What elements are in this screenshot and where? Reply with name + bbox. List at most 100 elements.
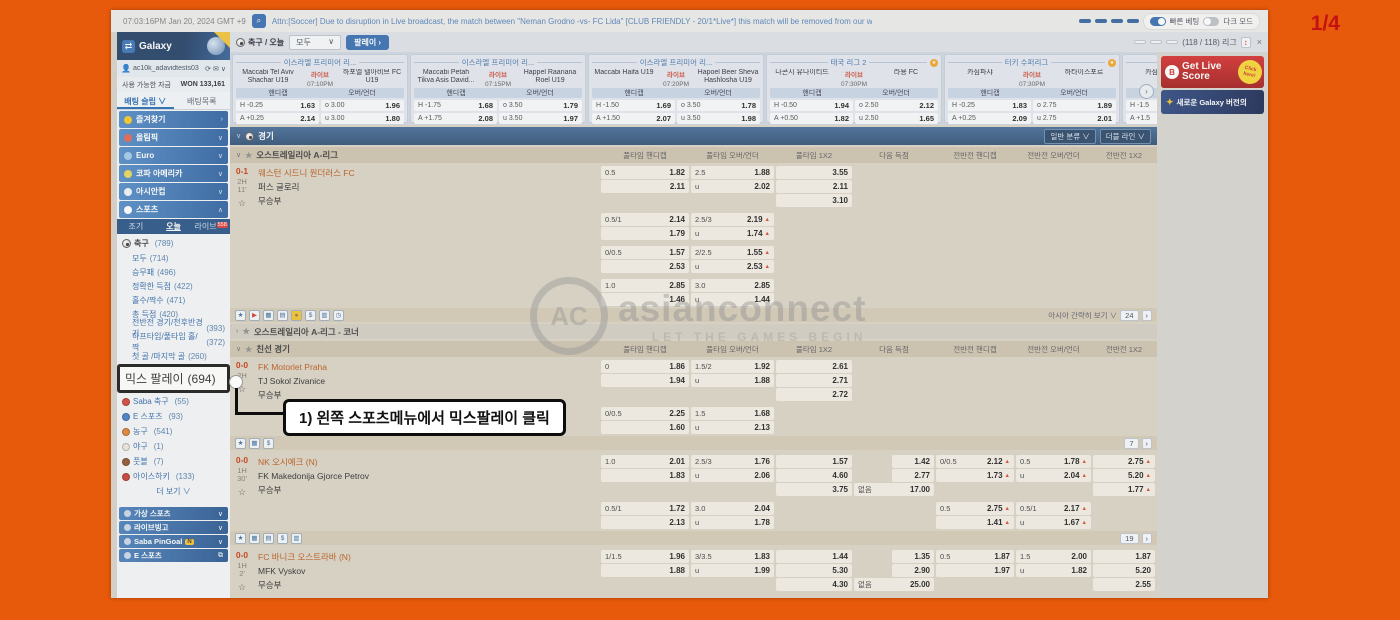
topbar-button[interactable] — [1111, 19, 1123, 23]
live-play-icon[interactable]: ▶ — [249, 310, 260, 321]
sidebar-market-link[interactable]: 모두 (714) — [117, 251, 230, 265]
draw-label[interactable]: 무승부 — [254, 483, 600, 496]
odds-cell[interactable]: 1.83 — [601, 469, 689, 482]
odds-cell[interactable]: H -0.251.63 — [236, 100, 319, 111]
away-team[interactable]: 퍼스 글로리 — [254, 180, 600, 193]
odds-cell[interactable]: 3/3.51.83 — [691, 550, 774, 563]
odds-cell[interactable]: 1.60 — [601, 421, 689, 434]
quick-bet-toggle[interactable] — [1150, 17, 1166, 26]
live-score-banner[interactable]: B Get LiveScore Click here! — [1161, 56, 1264, 88]
view-mode-link[interactable]: 아시아 간략히 보기 ∨ — [1048, 310, 1117, 321]
sidebar-sport-item[interactable]: 풋볼 (7) — [117, 454, 230, 469]
next-markets-button[interactable]: › — [1142, 533, 1153, 544]
filter-dropdown[interactable] — [1166, 40, 1178, 44]
odds-cell[interactable]: 없음25.00 — [854, 578, 934, 591]
subtab-early[interactable]: 조기 — [117, 221, 155, 232]
odds-cell[interactable]: u2.04▲ — [1016, 469, 1091, 482]
odds-cell[interactable]: u1.82 — [1016, 564, 1091, 577]
odds-cell[interactable]: 2.11 — [776, 180, 852, 193]
favorite-star-icon[interactable]: ☆ — [230, 487, 254, 498]
odds-cell[interactable]: 3.75 — [776, 483, 852, 496]
featured-match-card[interactable]: 터키 수퍼리그 ★ 카심파샤 라이브 07:30PM 하타이스포르 핸디캡 — [944, 54, 1120, 123]
odds-cell[interactable]: H -1.5 — [1126, 100, 1157, 111]
subtab-today[interactable]: 오늘 — [155, 221, 193, 232]
sidebar-market-link[interactable]: 승무패 (496) — [117, 265, 230, 279]
odds-cell[interactable]: 4.60 — [776, 469, 852, 482]
odds-cell[interactable]: 3.02.85 — [691, 279, 774, 292]
odds-cell[interactable]: u1.67▲ — [1016, 516, 1091, 529]
odds-cell[interactable]: o 2.502.12 — [855, 100, 938, 111]
sidebar-sport-item[interactable]: 농구 (541) — [117, 424, 230, 439]
subtab-live[interactable]: 라이브558 — [192, 221, 230, 232]
favorite-star-icon[interactable]: ★ — [245, 151, 252, 160]
sidebar-bottom-item[interactable]: 라이브빙고 ∨ — [119, 521, 228, 534]
chart-icon[interactable]: ▥ — [319, 310, 330, 321]
odds-cell[interactable]: A +1.752.08 — [414, 113, 497, 124]
featured-match-card[interactable]: 이스라엘 프리미어 리... ★ Maccabi Petah Tikva Asi… — [410, 54, 586, 123]
odds-cell[interactable]: 1.41▲ — [936, 516, 1014, 529]
sidebar-bottom-item[interactable]: 가상 스포츠 ∨ — [119, 507, 228, 520]
chevron-down-icon[interactable]: ∨ — [221, 65, 226, 73]
market-count-dropdown[interactable]: 7 — [1124, 438, 1138, 449]
sidebar-sport-item[interactable]: 아이스하키 (133) — [117, 469, 230, 484]
odds-cell[interactable]: 2.71 — [776, 374, 852, 387]
sidebar-bottom-item[interactable]: E 스포츠 ⧉ — [119, 549, 228, 562]
odds-cell[interactable]: o 3.001.96 — [321, 100, 404, 111]
odds-cell[interactable]: 3.02.04 — [691, 502, 774, 515]
odds-cell[interactable]: H -0.501.94 — [770, 100, 853, 111]
market-count-dropdown[interactable]: 24 — [1120, 310, 1138, 321]
close-icon[interactable]: × — [1257, 37, 1262, 47]
favorite-star-icon[interactable]: ☆ — [230, 198, 254, 209]
odds-cell[interactable]: u1.78 — [691, 516, 774, 529]
tab-bet-slip[interactable]: 배팅 슬립 ∨ — [117, 92, 174, 109]
odds-cell[interactable]: 2.77 — [892, 469, 934, 482]
stats-grid-icon[interactable]: ▦ — [249, 533, 260, 544]
odds-cell[interactable]: 0.51.82 — [601, 166, 689, 179]
odds-cell[interactable]: 0/0.52.12▲ — [936, 455, 1014, 468]
market-dropdown[interactable]: 모두∨ — [289, 35, 341, 50]
odds-cell[interactable]: 1.42 — [892, 455, 934, 468]
odds-cell[interactable]: 2.13 — [601, 516, 689, 529]
mail-icon[interactable]: ✉ — [213, 65, 219, 73]
odds-cell[interactable]: 2/2.51.55▲ — [691, 246, 774, 259]
sidebar-bottom-item[interactable]: Saba PinGoal N ∨ — [119, 535, 228, 548]
odds-cell[interactable]: o 3.501.78 — [677, 100, 760, 111]
odds-cell[interactable]: 1.94 — [601, 374, 689, 387]
odds-cell[interactable]: 5.20 — [1093, 564, 1155, 577]
sort-mode-button[interactable]: 일반 분류 ∨ — [1044, 129, 1095, 144]
odds-cell[interactable]: 3.10 — [776, 194, 852, 207]
odds-cell[interactable]: 0.52.75▲ — [936, 502, 1014, 515]
coin-icon[interactable]: ● — [291, 310, 302, 321]
topbar-button[interactable] — [1095, 19, 1107, 23]
odds-cell[interactable]: 1.97 — [936, 564, 1014, 577]
sidebar-menu-item[interactable]: 스포츠 ∧ — [119, 201, 228, 218]
search-icon[interactable]: ⌕ — [252, 14, 266, 28]
home-team[interactable]: 웨스턴 시드니 원더러스 FC — [254, 166, 600, 179]
away-team[interactable]: MFK Vyskov — [254, 564, 600, 577]
next-markets-button[interactable]: › — [1142, 310, 1153, 321]
home-team[interactable]: NK 오시예크 (N) — [254, 455, 600, 468]
odds-cell[interactable]: 1.5/21.92 — [691, 360, 774, 373]
odds-cell[interactable]: 0.51.87 — [936, 550, 1014, 563]
collapse-icon[interactable]: ∨ — [236, 132, 241, 140]
lineup-icon[interactable]: ▤ — [277, 310, 288, 321]
odds-cell[interactable]: 1.35 — [892, 550, 934, 563]
odds-cell[interactable]: 1.46 — [601, 293, 689, 306]
odds-cell[interactable]: H -1.501.69 — [592, 100, 675, 111]
sidebar-market-link[interactable]: 정확한 득점 (422) — [117, 279, 230, 293]
sidebar-item-mix-parlay[interactable]: 믹스 팔레이 (694) — [117, 364, 230, 393]
odds-cell[interactable]: 2.51.88 — [691, 166, 774, 179]
odds-cell[interactable]: 4.30 — [776, 578, 852, 591]
odds-cell[interactable]: 0.51.78▲ — [1016, 455, 1091, 468]
sidebar-market-link[interactable]: 홀수/짝수 (471) — [117, 293, 230, 307]
odds-cell[interactable]: 1.87 — [1093, 550, 1155, 563]
odds-cell[interactable]: 2.5/32.19▲ — [691, 213, 774, 226]
dollar-icon[interactable]: $ — [277, 533, 288, 544]
odds-cell[interactable]: 2.90 — [892, 564, 934, 577]
odds-cell[interactable]: 1.77▲ — [1093, 483, 1155, 496]
filter-dropdown[interactable] — [1150, 40, 1162, 44]
sidebar-menu-item[interactable]: 즐겨찾기 › — [119, 111, 228, 128]
dollar-icon[interactable]: $ — [263, 438, 274, 449]
featured-match-card[interactable]: 태국 리그 2 ★ 나콘시 유나이티드 라이브 07:30PM 라용 FC 핸디… — [766, 54, 942, 123]
odds-cell[interactable]: A +0.252.14 — [236, 113, 319, 124]
